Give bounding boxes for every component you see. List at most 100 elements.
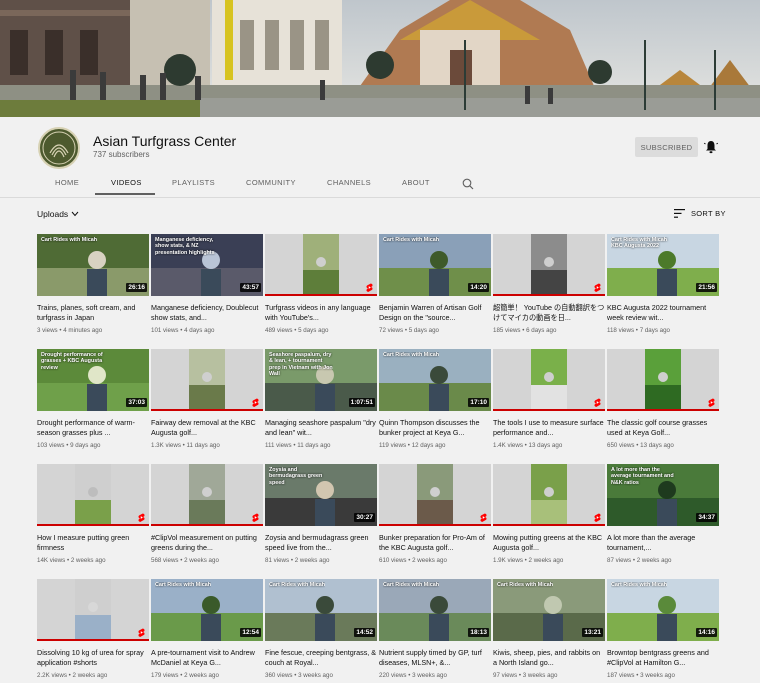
sort-by-button[interactable]: SORT BY bbox=[674, 209, 726, 218]
video-thumbnail[interactable]: Cart Rides with Micah KBC Augusta 2022 2… bbox=[607, 234, 719, 296]
video-thumbnail[interactable] bbox=[151, 349, 263, 411]
upload-age: 2 weeks ago bbox=[528, 557, 564, 564]
thumbnail-overlay-text: Cart Rides with Micah KBC Augusta 2022 bbox=[611, 237, 668, 250]
video-meta: 610 views • 2 weeks ago bbox=[379, 557, 491, 564]
video-card[interactable]: #ClipVol measurement on putting greens d… bbox=[151, 464, 263, 564]
uploads-dropdown[interactable]: Uploads bbox=[37, 209, 79, 219]
video-title[interactable]: Nutrient supply timed by GP, turf diseas… bbox=[379, 648, 491, 668]
video-card[interactable]: Cart Rides with Micah 14:16 Browntop ben… bbox=[607, 579, 719, 679]
video-thumbnail[interactable]: Drought performance of grasses + KBC Aug… bbox=[37, 349, 149, 411]
video-title[interactable]: Fine fescue, creeping bentgrass, & couch… bbox=[265, 648, 377, 668]
search-icon[interactable] bbox=[462, 177, 474, 190]
tab-home[interactable]: HOME bbox=[55, 178, 79, 187]
video-title[interactable]: Managing seashore paspalum "dry and lean… bbox=[265, 418, 377, 438]
view-count: 187 views bbox=[607, 672, 635, 679]
subscribed-button[interactable]: SUBSCRIBED bbox=[635, 137, 698, 157]
video-card[interactable]: Bunker preparation for Pro-Am of the KBC… bbox=[379, 464, 491, 564]
video-thumbnail[interactable] bbox=[37, 579, 149, 641]
video-thumbnail[interactable]: Cart Rides with Micah 14:20 bbox=[379, 234, 491, 296]
video-thumbnail[interactable]: Cart Rides with Micah 17:10 bbox=[379, 349, 491, 411]
tab-videos[interactable]: VIDEOS bbox=[111, 178, 142, 187]
video-card[interactable]: The classic golf course grasses used at … bbox=[607, 349, 719, 449]
thumbnail-overlay-text: Cart Rides with Micah bbox=[269, 582, 326, 588]
video-meta: 81 views • 2 weeks ago bbox=[265, 557, 377, 564]
tab-community[interactable]: COMMUNITY bbox=[246, 178, 296, 187]
video-thumbnail[interactable] bbox=[493, 349, 605, 411]
video-thumbnail[interactable]: Cart Rides with Micah 18:13 bbox=[379, 579, 491, 641]
video-card[interactable]: Dissolving 10 kg of urea for spray appli… bbox=[37, 579, 149, 679]
notification-bell-icon[interactable] bbox=[703, 139, 719, 155]
video-title[interactable]: Mowing putting greens at the KBC Augusta… bbox=[493, 533, 605, 553]
video-meta: 220 views • 3 weeks ago bbox=[379, 672, 491, 679]
video-thumbnail[interactable] bbox=[265, 234, 377, 296]
video-card[interactable]: Seashore paspalum, dry & lean, + tournam… bbox=[265, 349, 377, 449]
video-title[interactable]: Trains, planes, soft cream, and turfgras… bbox=[37, 303, 149, 323]
upload-age: 2 weeks ago bbox=[70, 557, 106, 564]
tab-about[interactable]: ABOUT bbox=[402, 178, 430, 187]
video-title[interactable]: Manganese deficiency, Doublecut show sta… bbox=[151, 303, 263, 323]
video-card[interactable]: Turfgrass videos in any language with Yo… bbox=[265, 234, 377, 334]
video-thumbnail[interactable] bbox=[151, 464, 263, 526]
video-thumbnail[interactable]: Zoysia and bermudagrass green speed 30:2… bbox=[265, 464, 377, 526]
video-card[interactable]: A lot more than the average tournament a… bbox=[607, 464, 719, 564]
thumbnail-overlay-text: Cart Rides with Micah bbox=[383, 582, 440, 588]
video-thumbnail[interactable] bbox=[379, 464, 491, 526]
video-card[interactable]: Zoysia and bermudagrass green speed 30:2… bbox=[265, 464, 377, 564]
video-thumbnail[interactable]: Cart Rides with Micah 14:16 bbox=[607, 579, 719, 641]
video-title[interactable]: #ClipVol measurement on putting greens d… bbox=[151, 533, 263, 553]
video-title[interactable]: Fairway dew removal at the KBC Augusta g… bbox=[151, 418, 263, 438]
video-title[interactable]: A lot more than the average tournament,.… bbox=[607, 533, 719, 553]
video-thumbnail[interactable] bbox=[493, 234, 605, 296]
video-title[interactable]: Quinn Thompson discusses the bunker proj… bbox=[379, 418, 491, 438]
video-title[interactable]: Bunker preparation for Pro-Am of the KBC… bbox=[379, 533, 491, 553]
video-title[interactable]: 超簡単！ YouTube の自動翻訳をつけてマイカの動画を日... bbox=[493, 303, 605, 323]
video-title[interactable]: Turfgrass videos in any language with Yo… bbox=[265, 303, 377, 323]
video-card[interactable]: Cart Rides with Micah 13:21 Kiwis, sheep… bbox=[493, 579, 605, 679]
tab-channels[interactable]: CHANNELS bbox=[327, 178, 371, 187]
video-card[interactable]: How I measure putting green firmness 14K… bbox=[37, 464, 149, 564]
tab-playlists[interactable]: PLAYLISTS bbox=[172, 178, 215, 187]
video-thumbnail[interactable] bbox=[37, 464, 149, 526]
video-title[interactable]: The tools I use to measure surface perfo… bbox=[493, 418, 605, 438]
video-card[interactable]: Cart Rides with Micah 26:16 Trains, plan… bbox=[37, 234, 149, 334]
video-thumbnail[interactable] bbox=[493, 464, 605, 526]
video-thumbnail[interactable]: A lot more than the average tournament a… bbox=[607, 464, 719, 526]
view-count: 103 views bbox=[37, 442, 65, 449]
video-meta: 3 views • 4 minutes ago bbox=[37, 327, 149, 334]
video-thumbnail[interactable] bbox=[607, 349, 719, 411]
video-title[interactable]: A pre-tournament visit to Andrew McDanie… bbox=[151, 648, 263, 668]
view-count: 1.3K views bbox=[151, 442, 181, 449]
channel-avatar[interactable] bbox=[38, 127, 80, 169]
video-card[interactable]: Drought performance of grasses + KBC Aug… bbox=[37, 349, 149, 449]
video-card[interactable]: Manganese deficiency, show stats, & NZ p… bbox=[151, 234, 263, 334]
video-card[interactable]: Cart Rides with Micah 14:52 Fine fescue,… bbox=[265, 579, 377, 679]
video-card[interactable]: Cart Rides with Micah 18:13 Nutrient sup… bbox=[379, 579, 491, 679]
video-title[interactable]: Kiwis, sheep, pies, and rabbits on a Nor… bbox=[493, 648, 605, 668]
video-title[interactable]: Dissolving 10 kg of urea for spray appli… bbox=[37, 648, 149, 668]
video-title[interactable]: KBC Augusta 2022 tournament week review … bbox=[607, 303, 719, 323]
video-title[interactable]: Browntop bentgrass greens and #ClipVol a… bbox=[607, 648, 719, 668]
thumbnail-overlay-text: Cart Rides with Micah bbox=[383, 352, 440, 358]
video-meta: 568 views • 2 weeks ago bbox=[151, 557, 263, 564]
video-title[interactable]: Zoysia and bermudagrass green speed live… bbox=[265, 533, 377, 553]
video-card[interactable]: Mowing putting greens at the KBC Augusta… bbox=[493, 464, 605, 564]
video-card[interactable]: Fairway dew removal at the KBC Augusta g… bbox=[151, 349, 263, 449]
video-card[interactable]: Cart Rides with Micah 12:54 A pre-tourna… bbox=[151, 579, 263, 679]
video-title[interactable]: Drought performance of warm-season grass… bbox=[37, 418, 149, 438]
video-title[interactable]: The classic golf course grasses used at … bbox=[607, 418, 719, 438]
video-thumbnail[interactable]: Cart Rides with Micah 12:54 bbox=[151, 579, 263, 641]
video-card[interactable]: Cart Rides with Micah 17:10 Quinn Thomps… bbox=[379, 349, 491, 449]
video-thumbnail[interactable]: Seashore paspalum, dry & lean, + tournam… bbox=[265, 349, 377, 411]
video-title[interactable]: How I measure putting green firmness bbox=[37, 533, 149, 553]
video-thumbnail[interactable]: Cart Rides with Micah 14:52 bbox=[265, 579, 377, 641]
video-thumbnail[interactable]: Cart Rides with Micah 26:16 bbox=[37, 234, 149, 296]
video-card[interactable]: Cart Rides with Micah KBC Augusta 2022 2… bbox=[607, 234, 719, 334]
video-card[interactable]: The tools I use to measure surface perfo… bbox=[493, 349, 605, 449]
video-thumbnail[interactable]: Cart Rides with Micah 13:21 bbox=[493, 579, 605, 641]
upload-age: 3 weeks ago bbox=[640, 672, 675, 679]
upload-age: 13 days ago bbox=[640, 442, 674, 449]
video-card[interactable]: Cart Rides with Micah 14:20 Benjamin War… bbox=[379, 234, 491, 334]
video-thumbnail[interactable]: Manganese deficiency, show stats, & NZ p… bbox=[151, 234, 263, 296]
video-card[interactable]: 超簡単！ YouTube の自動翻訳をつけてマイカの動画を日... 185 vi… bbox=[493, 234, 605, 334]
video-title[interactable]: Benjamin Warren of Artisan Golf Design o… bbox=[379, 303, 491, 323]
